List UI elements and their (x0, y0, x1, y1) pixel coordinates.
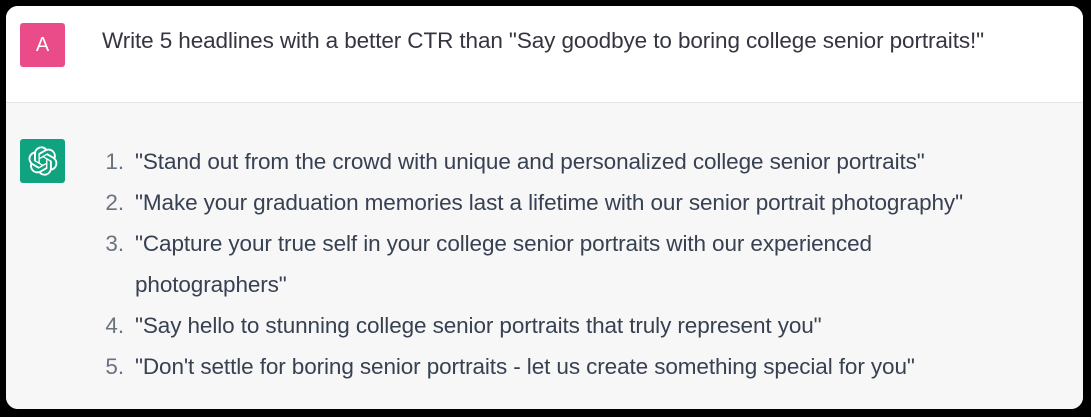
list-item: 2. "Make your graduation memories last a… (6, 182, 985, 223)
list-item-number: 2. (105, 190, 124, 215)
headline-list: 1. "Stand out from the crowd with unique… (6, 141, 985, 387)
list-item-text: "Capture your true self in your college … (135, 231, 872, 297)
list-item: 3. "Capture your true self in your colle… (6, 223, 985, 305)
list-item-number: 3. (105, 231, 124, 256)
list-item: 4. "Say hello to stunning college senior… (6, 305, 985, 346)
user-message-text: Write 5 headlines with a better CTR than… (102, 28, 985, 53)
list-item-text: "Don't settle for boring senior portrait… (135, 354, 915, 379)
list-item-text: "Stand out from the crowd with unique an… (135, 149, 925, 174)
list-item-text: "Make your graduation memories last a li… (135, 190, 963, 215)
list-item-number: 5. (105, 354, 124, 379)
list-item: 5. "Don't settle for boring senior portr… (6, 346, 985, 387)
list-item: 1. "Stand out from the crowd with unique… (6, 141, 985, 182)
list-item-number: 4. (105, 313, 124, 338)
user-avatar: A (20, 23, 65, 67)
chat-window: A Write 5 headlines with a better CTR th… (6, 6, 1083, 409)
list-item-number: 1. (105, 149, 124, 174)
user-message-row: A Write 5 headlines with a better CTR th… (6, 6, 1083, 103)
list-item-text: "Say hello to stunning college senior po… (135, 313, 822, 338)
assistant-message-row: 1. "Stand out from the crowd with unique… (6, 103, 1083, 409)
